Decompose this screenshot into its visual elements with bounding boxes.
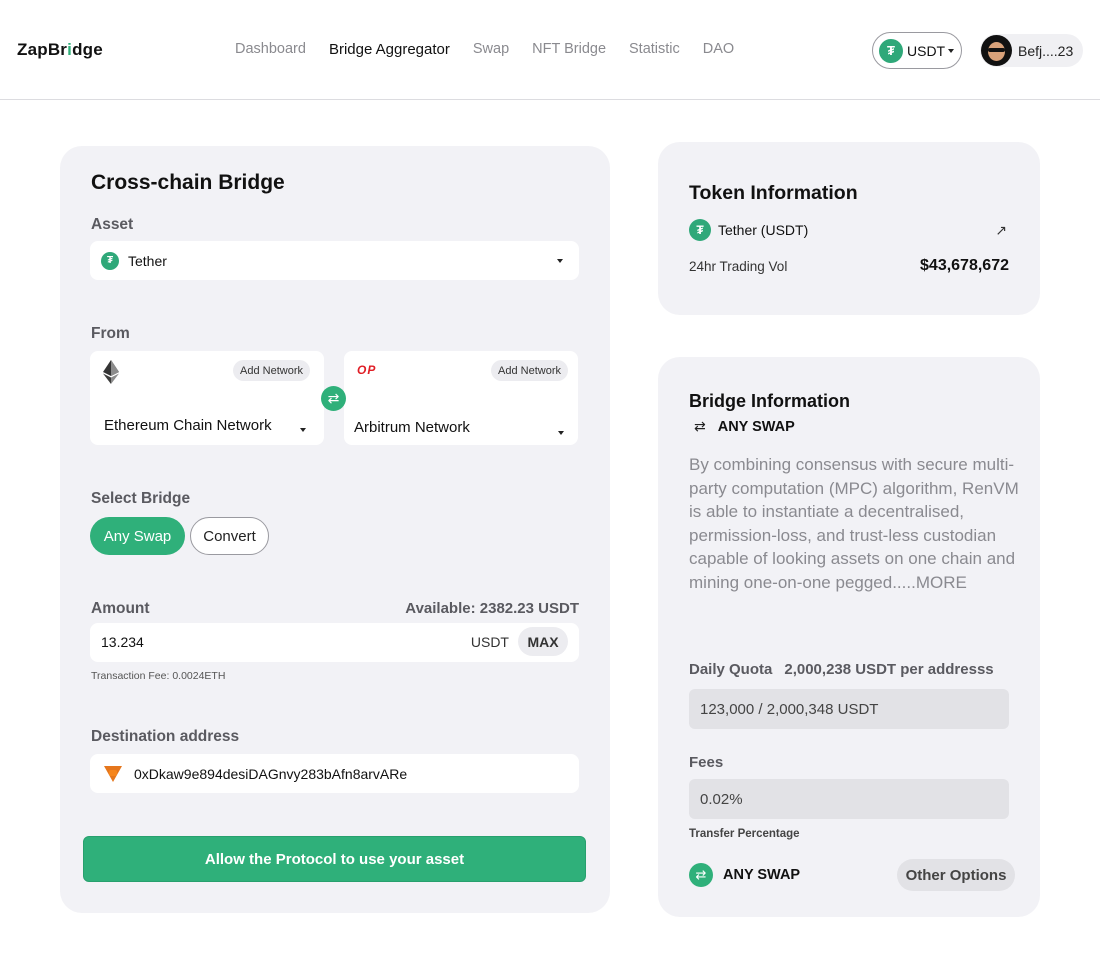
caret-down-icon — [948, 48, 955, 53]
asset-label: Asset — [91, 216, 134, 233]
destination-label: Destination address — [91, 728, 240, 745]
nav-dao[interactable]: DAO — [703, 41, 734, 58]
to-network-name: Arbitrum Network — [354, 419, 470, 436]
optimism-icon: OP — [357, 363, 377, 377]
add-network-button[interactable]: Add Network — [233, 360, 310, 381]
from-network-name: Ethereum Chain Network — [104, 417, 272, 434]
bridge-info-subtitle: ANY SWAP — [717, 418, 795, 435]
nav-dashboard[interactable]: Dashboard — [235, 41, 306, 58]
quota-usage-bar: 123,000 / 2,000,348 USDT — [689, 689, 1009, 729]
select-bridge-label: Select Bridge — [91, 490, 191, 507]
cross-chain-bridge-card: Cross-chain Bridge Asset ₮ Tether From A… — [60, 146, 610, 913]
volume-value: $43,678,672 — [920, 257, 1009, 274]
top-header: ZapBridge Dashboard Bridge Aggregator Sw… — [0, 0, 1100, 100]
amount-label: Amount — [91, 600, 150, 617]
bridge-description: By combining consensus with secure multi… — [689, 455, 1019, 592]
daily-quota-value: 2,000,238 USDT per addresss — [784, 661, 994, 678]
tether-icon: ₮ — [689, 219, 711, 241]
bridge-information-card: Bridge Information ⇄ ANY SWAP By combini… — [658, 357, 1040, 917]
token-info-title: Token Information — [689, 182, 858, 204]
bridge-option-convert[interactable]: Convert — [190, 517, 269, 555]
other-options-button[interactable]: Other Options — [897, 859, 1015, 891]
nav-nft-bridge[interactable]: NFT Bridge — [532, 41, 606, 58]
bridge-info-title: Bridge Information — [689, 391, 850, 411]
swap-arrows-icon: ⇄ — [327, 390, 340, 406]
bridge-option-any-swap[interactable]: Any Swap — [90, 517, 185, 555]
daily-quota-row: Daily Quota 2,000,238 USDT per addresss — [689, 661, 994, 678]
token-name: Tether (USDT) — [718, 222, 809, 238]
max-button[interactable]: MAX — [518, 627, 568, 656]
fees-label: Fees — [689, 754, 724, 771]
amount-input[interactable]: 13.234 USDT MAX — [90, 623, 579, 662]
tether-icon: ₮ — [879, 38, 903, 63]
ethereum-icon — [103, 360, 119, 384]
bridge-info-subtitle-row: ⇄ ANY SWAP — [694, 418, 795, 435]
asset-select[interactable]: ₮ Tether — [90, 241, 579, 280]
amount-value: 13.234 — [101, 634, 144, 650]
daily-quota-label: Daily Quota — [689, 661, 773, 678]
token-selector-label: USDT — [907, 42, 946, 59]
volume-label: 24hr Trading Vol — [689, 259, 788, 274]
logo[interactable]: ZapBridge — [17, 40, 103, 60]
logo-text-1: ZapBr — [17, 40, 68, 59]
token-information-card: Token Information ₮ Tether (USDT) ↗ 24hr… — [658, 142, 1040, 315]
caret-down-icon — [557, 259, 563, 263]
available-balance: Available: 2382.23 USDT — [405, 600, 579, 617]
tether-icon: ₮ — [101, 251, 119, 270]
from-network-select[interactable]: Add Network Ethereum Chain Network — [90, 351, 324, 445]
swap-networks-button[interactable]: ⇄ — [321, 386, 346, 411]
logo-text-3: dge — [72, 40, 103, 59]
avatar — [981, 35, 1012, 66]
destination-address-value: 0xDkaw9e894desiDAGnvy283bAfn8arvARe — [134, 765, 408, 782]
transfer-percentage-label: Transfer Percentage — [689, 828, 800, 840]
allow-protocol-button[interactable]: Allow the Protocol to use your asset — [83, 836, 586, 882]
caret-down-icon — [300, 428, 306, 432]
nav-statistic[interactable]: Statistic — [629, 41, 680, 58]
token-selector[interactable]: ₮ USDT — [872, 32, 962, 69]
to-network-select[interactable]: OP Add Network Arbitrum Network — [344, 351, 578, 445]
main-nav: Dashboard Bridge Aggregator Swap NFT Bri… — [235, 41, 757, 58]
from-label: From — [91, 325, 130, 342]
user-account-chip[interactable]: Befj....23 — [980, 34, 1083, 67]
destination-address-input[interactable]: 0xDkaw9e894desiDAGnvy283bAfn8arvARe — [90, 754, 579, 793]
nav-bridge-aggregator[interactable]: Bridge Aggregator — [329, 41, 450, 58]
external-link-icon[interactable]: ↗ — [995, 222, 1007, 239]
fees-value-bar: 0.02% — [689, 779, 1009, 819]
asset-value: Tether — [128, 252, 167, 269]
swap-arrows-icon: ⇄ — [689, 863, 713, 887]
user-name: Befj....23 — [1018, 42, 1074, 59]
selected-bridge-name: ANY SWAP — [723, 867, 801, 883]
token-row: ₮ Tether (USDT) — [689, 219, 808, 241]
caret-down-icon — [558, 431, 564, 435]
nav-swap[interactable]: Swap — [473, 41, 509, 58]
swap-arrows-icon: ⇄ — [694, 418, 706, 434]
bridge-form-title: Cross-chain Bridge — [91, 171, 285, 194]
add-network-button[interactable]: Add Network — [491, 360, 568, 381]
transaction-fee-note: Transaction Fee: 0.0024ETH — [91, 670, 226, 682]
metamask-fox-icon — [104, 765, 122, 782]
selected-bridge-row: ⇄ ANY SWAP — [689, 863, 800, 887]
amount-unit: USDT — [470, 634, 509, 650]
